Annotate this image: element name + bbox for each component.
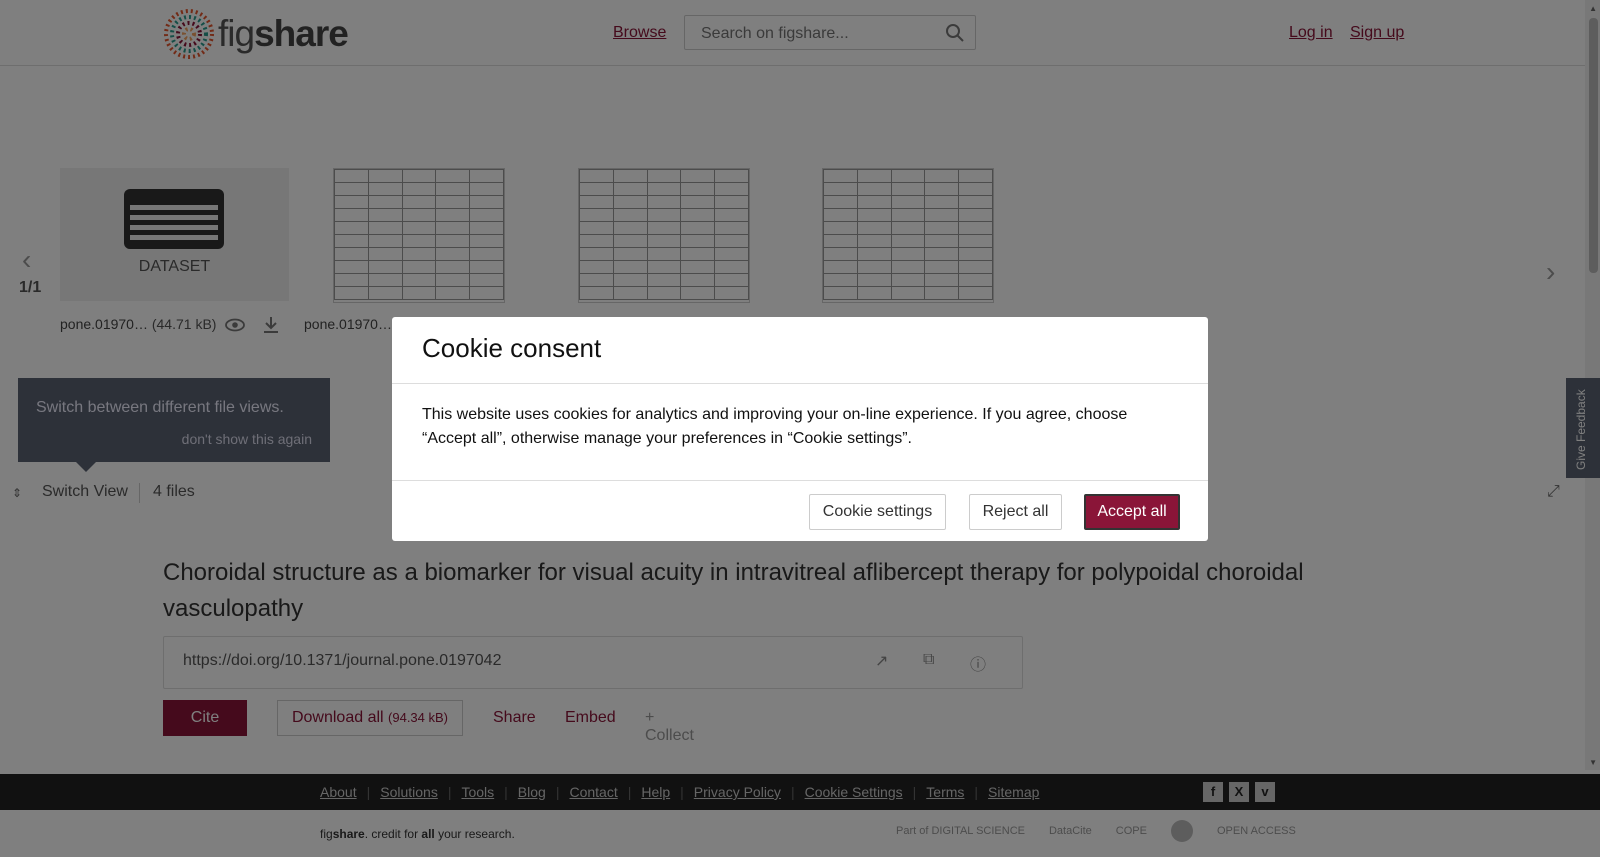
divider: [392, 383, 1208, 384]
dialog-body: This website uses cookies for analytics …: [422, 406, 1128, 447]
cookie-settings-button[interactable]: Cookie settings: [809, 494, 946, 530]
cookie-consent-dialog: Cookie consent This website uses cookies…: [392, 317, 1208, 541]
divider: [392, 480, 1208, 481]
accept-all-button[interactable]: Accept all: [1084, 494, 1180, 530]
dialog-title: Cookie consent: [422, 333, 602, 363]
reject-all-button[interactable]: Reject all: [969, 494, 1062, 530]
